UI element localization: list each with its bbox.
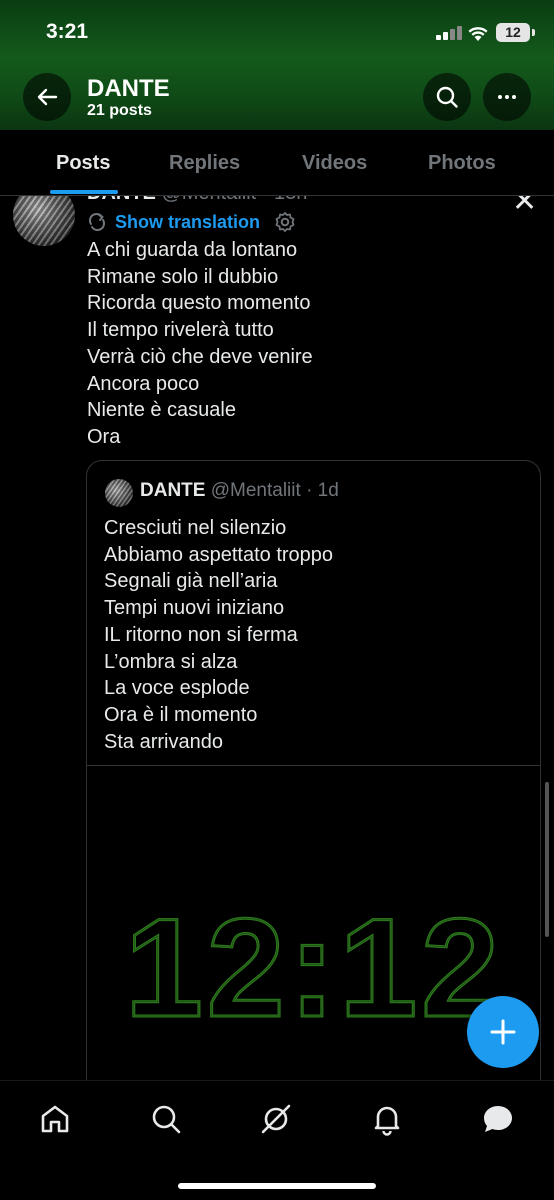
quoted-post[interactable]: DANTE @Mentaliit · 1d Cresciuti nel sile… [86,460,541,1080]
post-line: A chi guarda da lontano [87,239,298,261]
quoted-line: Ora è il momento [104,703,258,726]
quoted-author: DANTE [140,480,206,501]
nav-grok[interactable] [256,1099,296,1139]
status-time: 3:21 [46,20,89,43]
plus-icon [490,1019,516,1045]
wifi-icon [468,27,488,41]
battery-tip [532,29,535,36]
gear-icon[interactable] [274,211,296,233]
bottom-nav [0,1080,554,1200]
tab-posts[interactable]: Posts [56,152,110,175]
back-button[interactable] [23,73,71,121]
tab-videos[interactable]: Videos [302,152,367,175]
explore-icon [152,1105,181,1134]
post-header: DANTE @Mentaliit · 13h [87,196,307,205]
more-button[interactable] [483,73,531,121]
profile-header: 3:21 12 DANTE 21 posts [0,0,554,130]
post-line: Verrà ciò che deve venire [87,345,313,368]
translate-icon [88,212,106,232]
close-icon[interactable]: ✕ [512,196,537,219]
post-line: Ora [87,425,121,448]
active-tab-indicator [50,190,118,194]
status-bar: 3:21 12 [0,0,554,62]
post-line: Niente è casuale [87,399,236,422]
nav-messages[interactable] [478,1099,518,1139]
search-button[interactable] [423,73,471,121]
notifications-icon [374,1106,400,1136]
quoted-line: L’ombra si alza [104,650,238,673]
nav-explore[interactable] [146,1099,186,1139]
nav-home[interactable] [35,1099,75,1139]
quoted-line: Sta arrivando [104,730,223,753]
quoted-header: DANTE @Mentaliit · 1d [140,480,339,502]
home-icon [41,1105,69,1133]
tab-photos[interactable]: Photos [428,152,496,175]
nav-notifications[interactable] [367,1099,407,1139]
quoted-line: Cresciuti nel silenzio [104,517,287,539]
grok-icon [261,1104,291,1134]
post-line: Il tempo rivelerà tutto [87,319,274,342]
quoted-handle: @Mentaliit [210,480,301,501]
post-line: Ancora poco [87,372,200,395]
search-icon [436,86,458,108]
tab-replies[interactable]: Replies [169,152,240,175]
quoted-avatar [105,479,133,507]
profile-name: DANTE [87,75,170,102]
back-arrow-icon [37,88,58,106]
quoted-text: Cresciuti nel silenzio Abbiamo aspettato… [104,515,333,755]
quoted-line: Tempi nuovi iniziano [104,597,285,620]
messages-icon [484,1106,512,1132]
media-clock-text-inner: 12:12 [125,889,503,1046]
quoted-line: Segnali già nell’aria [104,570,278,593]
scrollbar[interactable] [545,782,549,937]
post-count: 21 posts [87,102,152,119]
quoted-time: · 1d [306,480,339,501]
quoted-line: La voce esplode [104,677,250,700]
battery-indicator: 12 [496,23,530,42]
compose-button[interactable] [467,996,539,1068]
post-author[interactable]: DANTE [87,196,156,204]
avatar[interactable] [13,196,75,246]
signal-icon [436,26,464,40]
post-handle: @Mentaliit · 13h [161,196,307,204]
timeline: DANTE @Mentaliit · 13h ✕ Show translatio… [0,196,554,1080]
post-text: A chi guarda da lontano Rimane solo il d… [87,237,313,451]
post-line: Ricorda questo momento [87,292,311,315]
home-indicator [178,1183,376,1189]
quoted-line: IL ritorno non si ferma [104,623,298,646]
quoted-line: Abbiamo aspettato troppo [104,543,334,566]
show-translation-button[interactable]: Show translation [87,210,296,234]
more-icon [498,95,516,99]
profile-tabs: Posts Replies Videos Photos [0,130,554,196]
show-translation-label: Show translation [115,211,261,232]
post-line: Rimane solo il dubbio [87,265,279,288]
